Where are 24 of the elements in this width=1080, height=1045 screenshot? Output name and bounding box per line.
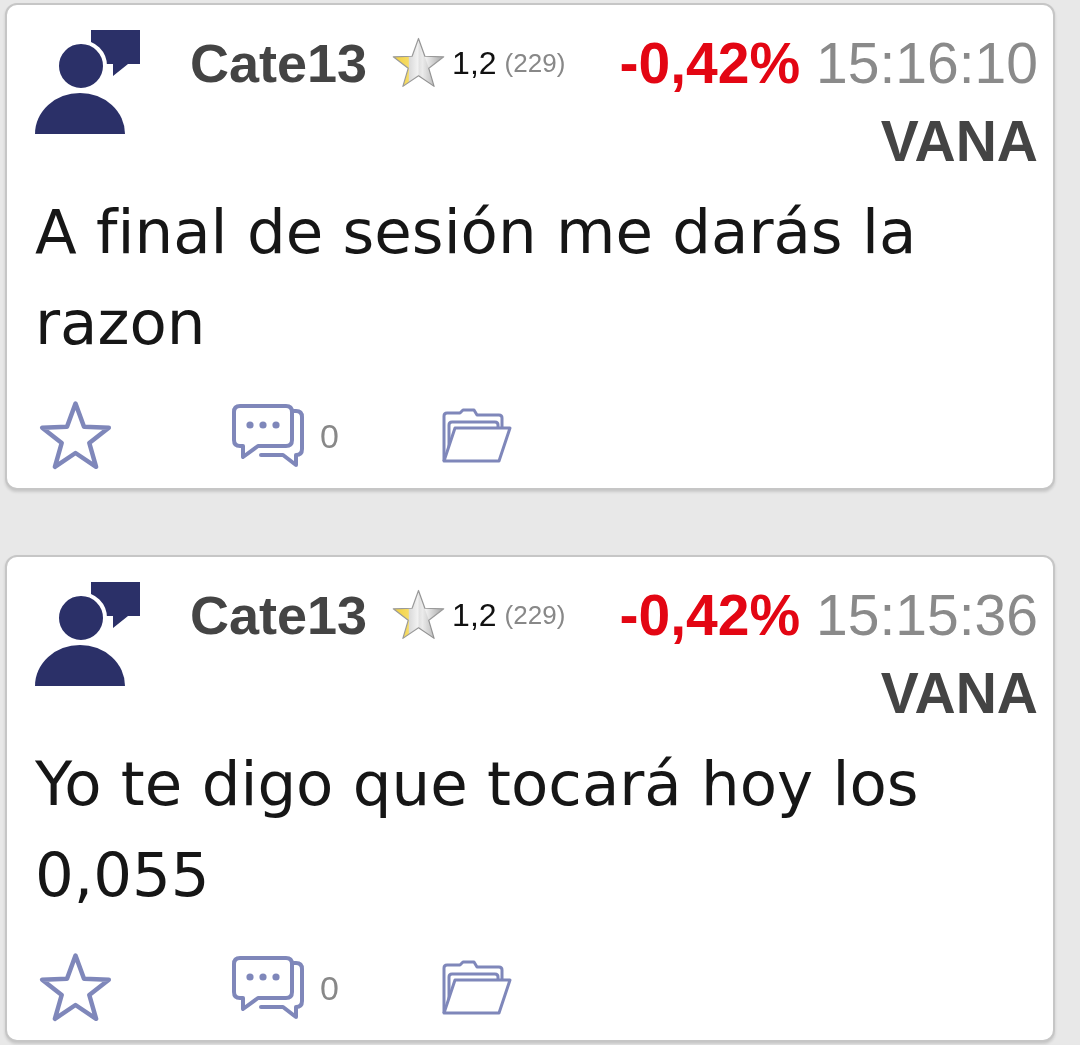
post-time: 15:16:10 [816,34,1038,92]
message-text: A final de sesión me darás la razon [35,195,918,360]
comments-button[interactable]: 0 [232,404,339,468]
price-change: -0,42% [619,586,801,644]
star-icon[interactable] [38,400,113,472]
ticker-symbol: VANA [880,661,1038,725]
rating-value: 1,2 [452,47,497,79]
avatar-icon [35,30,140,134]
username: Cate13 [190,36,368,90]
chat-icon [232,404,304,468]
post-time: 15:15:36 [816,586,1038,644]
ticker-symbol: VANA [880,109,1038,173]
comments-button[interactable]: 0 [232,956,339,1020]
folder-icon[interactable] [440,960,513,1016]
chat-icon [232,956,304,1020]
rating-count: (229) [504,602,566,628]
star-icon[interactable] [38,952,113,1024]
rating-count: (229) [504,50,566,76]
folder-icon[interactable] [440,408,513,464]
price-change: -0,42% [619,34,801,92]
avatar-icon [35,582,140,686]
message-text: Yo te digo que tocará hoy los 0,055 [35,747,920,912]
rating-value: 1,2 [452,599,497,631]
username: Cate13 [190,588,368,642]
